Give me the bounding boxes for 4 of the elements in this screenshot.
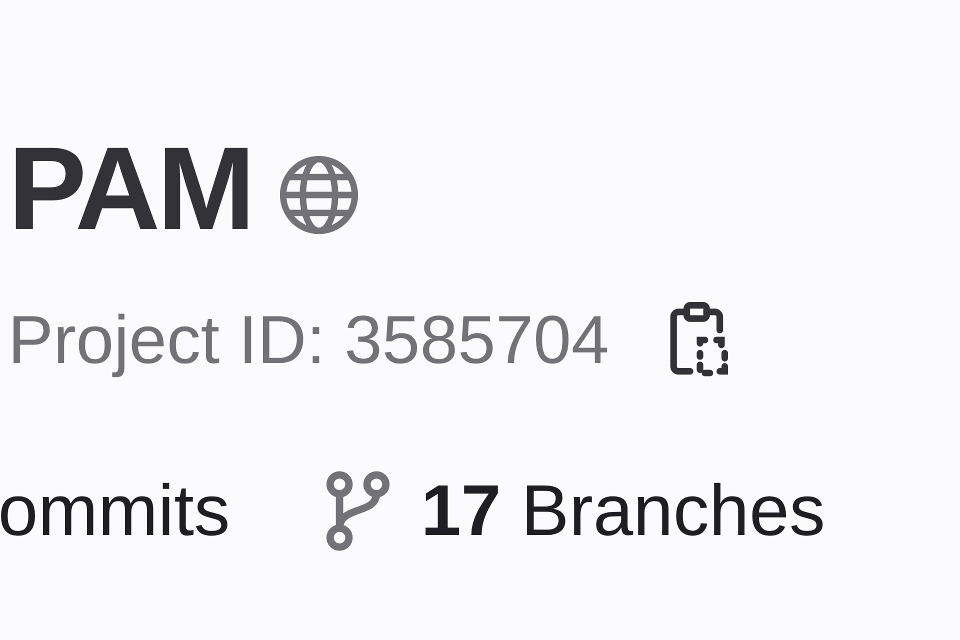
branches-link[interactable]: 17 Branches — [421, 475, 826, 547]
project-name: PAM — [8, 130, 252, 248]
commits-link[interactable]: ommits — [0, 475, 230, 547]
branch-icon — [325, 470, 391, 552]
